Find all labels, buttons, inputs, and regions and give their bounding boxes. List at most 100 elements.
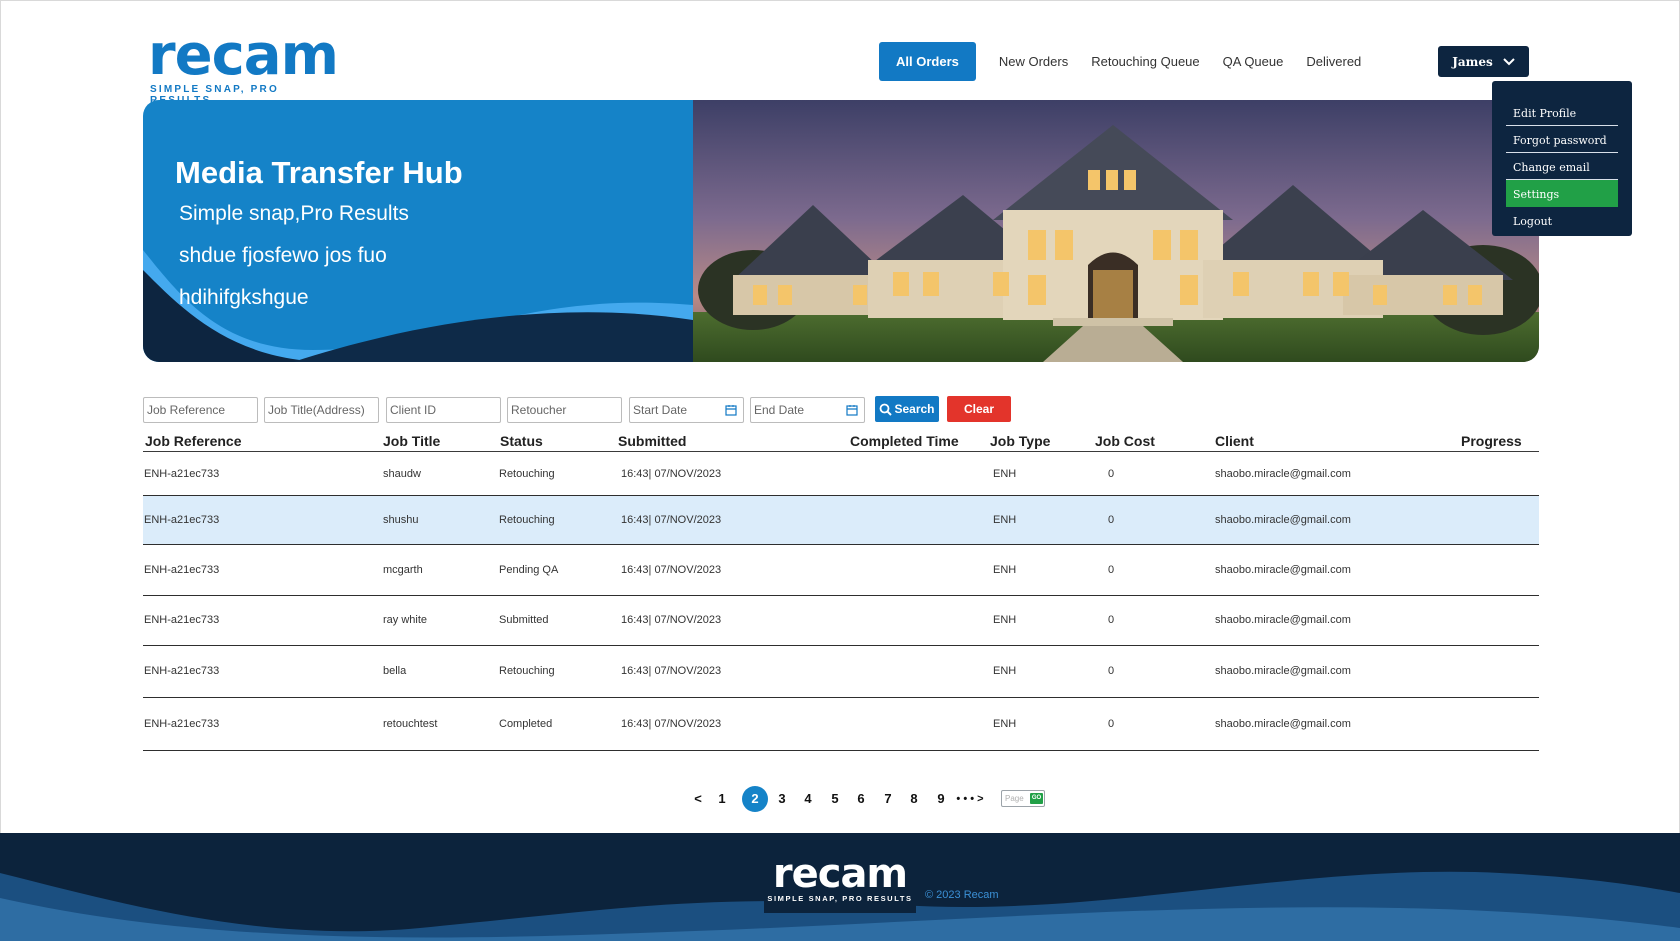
cell-client: shaobo.miracle@gmail.com xyxy=(1215,514,1351,526)
col-job-cost: Job Cost xyxy=(1095,433,1155,449)
user-dropdown-menu: Edit Profile Forgot password Change emai… xyxy=(1492,81,1632,236)
hero-banner: Media Transfer Hub Simple snap,Pro Resul… xyxy=(143,100,1539,362)
table-row[interactable]: ENH-a21ec733 retouchtest Completed 16:43| 0… xyxy=(143,698,1539,751)
job-title-input[interactable]: Job Title(Address) xyxy=(264,397,379,423)
cell-status: Retouching xyxy=(499,665,555,677)
page-8[interactable]: 8 xyxy=(906,786,922,812)
brand-logo[interactable]: recam SIMPLE SNAP, PRO RESULTS xyxy=(148,23,339,107)
copyright-text: 2023 Recam xyxy=(936,889,999,901)
cell-submitted: 16:43| 07/NOV/2023 xyxy=(621,614,722,626)
hero-line-2: shdue fjosfewo jos fuo xyxy=(179,244,387,267)
footer-logo[interactable]: recam SIMPLE SNAP, PRO RESULTS xyxy=(764,846,916,913)
page-number-input[interactable]: Page GO xyxy=(1001,790,1045,807)
end-date-input[interactable]: End Date xyxy=(750,397,865,423)
table-row[interactable]: ENH-a21ec733 shaudw Retouching 16:43| 07/NO… xyxy=(143,454,1539,496)
cell-client: shaobo.miracle@gmail.com xyxy=(1215,614,1351,626)
menu-logout[interactable]: Logout xyxy=(1506,207,1618,234)
hero-line-3: hdihifgkshgue xyxy=(179,286,309,309)
menu-edit-profile[interactable]: Edit Profile xyxy=(1506,99,1618,126)
cell-job-title: shushu xyxy=(383,514,419,526)
cell-job-cost: 0 xyxy=(1108,665,1115,677)
table-row[interactable]: ENH-a21ec733 shushu Retouching 16:43| 07/NO… xyxy=(143,496,1539,545)
cell-job-type: ENH xyxy=(993,614,1017,626)
menu-settings[interactable]: Settings xyxy=(1506,180,1618,207)
page-prev[interactable]: < xyxy=(690,786,706,812)
col-submitted: Submitted xyxy=(618,433,687,449)
user-menu-button[interactable]: James xyxy=(1438,46,1529,77)
hero-title: Media Transfer Hub xyxy=(175,155,463,190)
cell-job-reference: ENH-a21ec733 xyxy=(144,514,220,526)
col-job-type: Job Type xyxy=(990,433,1051,449)
col-job-reference: Job Reference xyxy=(145,433,242,449)
cell-job-title: mcgarth xyxy=(383,564,423,576)
hero-wave-decoration xyxy=(143,250,693,362)
chevron-down-icon xyxy=(1503,57,1515,65)
copyright: © 2023 Recam xyxy=(925,889,999,901)
hero-text-panel: Media Transfer Hub Simple snap,Pro Resul… xyxy=(143,100,693,362)
page-7[interactable]: 7 xyxy=(880,786,896,812)
nav-new-orders[interactable]: New Orders xyxy=(999,54,1068,69)
job-reference-input[interactable]: Job Reference xyxy=(143,397,258,423)
page-5[interactable]: 5 xyxy=(827,786,843,812)
nav-all-orders[interactable]: All Orders xyxy=(879,42,976,81)
cell-job-type: ENH xyxy=(993,564,1017,576)
cell-job-title: ray white xyxy=(383,614,428,626)
cell-job-cost: 0 xyxy=(1108,614,1115,626)
nav-qa-queue[interactable]: QA Queue xyxy=(1223,54,1284,69)
footer-logo-wordmark: recam xyxy=(772,851,908,897)
hero-line-1: Simple snap,Pro Results xyxy=(179,202,409,225)
page-2-current[interactable]: 2 xyxy=(742,786,768,812)
cell-job-title: retouchtest xyxy=(383,718,438,730)
nav-retouching-queue[interactable]: Retouching Queue xyxy=(1091,54,1199,69)
cell-job-reference: ENH-a21ec733 xyxy=(144,614,220,626)
main-nav: All Orders New Orders Retouching Queue Q… xyxy=(879,42,1384,81)
page-input-placeholder: Page xyxy=(1005,794,1024,803)
cell-status: Pending QA xyxy=(499,564,559,576)
cell-submitted: 16:43| 07/NOV/2023 xyxy=(621,718,722,730)
start-date-input[interactable]: Start Date xyxy=(629,397,744,423)
cell-job-cost: 0 xyxy=(1108,564,1115,576)
table-row[interactable]: ENH-a21ec733 ray white Submitted 16:43| 07/… xyxy=(143,596,1539,646)
cell-job-type: ENH xyxy=(993,468,1017,480)
cell-job-reference: ENH-a21ec733 xyxy=(144,564,220,576)
menu-forgot-password[interactable]: Forgot password xyxy=(1506,126,1618,153)
cell-job-reference: ENH-a21ec733 xyxy=(144,665,220,677)
table-row[interactable]: ENH-a21ec733 mcgarth Pending QA 16:43| 07/N… xyxy=(143,545,1539,596)
clear-button[interactable]: Clear xyxy=(947,396,1011,422)
page-more-next[interactable]: • • • > xyxy=(950,786,990,812)
cell-job-type: ENH xyxy=(993,514,1017,526)
cell-status: Retouching xyxy=(499,514,555,526)
client-id-input[interactable]: Client ID xyxy=(386,397,501,423)
cell-client: shaobo.miracle@gmail.com xyxy=(1215,718,1351,730)
search-button[interactable]: Search xyxy=(875,396,939,422)
cell-job-cost: 0 xyxy=(1108,718,1115,730)
calendar-icon[interactable] xyxy=(725,404,737,416)
cell-job-type: ENH xyxy=(993,665,1017,677)
footer: recam SIMPLE SNAP, PRO RESULTS © 2023 Re… xyxy=(0,833,1680,941)
page-1[interactable]: 1 xyxy=(714,786,730,812)
col-job-title: Job Title xyxy=(383,433,441,449)
search-label: Search xyxy=(894,402,935,416)
cell-job-type: ENH xyxy=(993,718,1017,730)
table-header: Job Reference Job Title Status Submitted… xyxy=(143,432,1539,452)
calendar-icon[interactable] xyxy=(846,404,858,416)
page-9[interactable]: 9 xyxy=(933,786,949,812)
page-3[interactable]: 3 xyxy=(774,786,790,812)
retoucher-input[interactable]: Retoucher xyxy=(507,397,622,423)
menu-change-email[interactable]: Change email xyxy=(1506,153,1618,180)
logo-wordmark: recam xyxy=(148,23,339,88)
copyright-icon: © xyxy=(925,889,934,901)
col-progress: Progress xyxy=(1461,433,1522,449)
cell-status: Completed xyxy=(499,718,553,730)
table-row[interactable]: ENH-a21ec733 bella Retouching 16:43| 07/NOV… xyxy=(143,646,1539,698)
footer-logo-tagline: SIMPLE SNAP, PRO RESULTS xyxy=(767,894,913,903)
col-status: Status xyxy=(500,433,543,449)
page-4[interactable]: 4 xyxy=(800,786,816,812)
page-6[interactable]: 6 xyxy=(853,786,869,812)
go-button[interactable]: GO xyxy=(1030,793,1043,804)
cell-submitted: 16:43| 07/NOV/2023 xyxy=(621,665,722,677)
col-completed-time: Completed Time xyxy=(850,433,959,449)
cell-client: shaobo.miracle@gmail.com xyxy=(1215,564,1351,576)
cell-client: shaobo.miracle@gmail.com xyxy=(1215,665,1351,677)
nav-delivered[interactable]: Delivered xyxy=(1306,54,1361,69)
